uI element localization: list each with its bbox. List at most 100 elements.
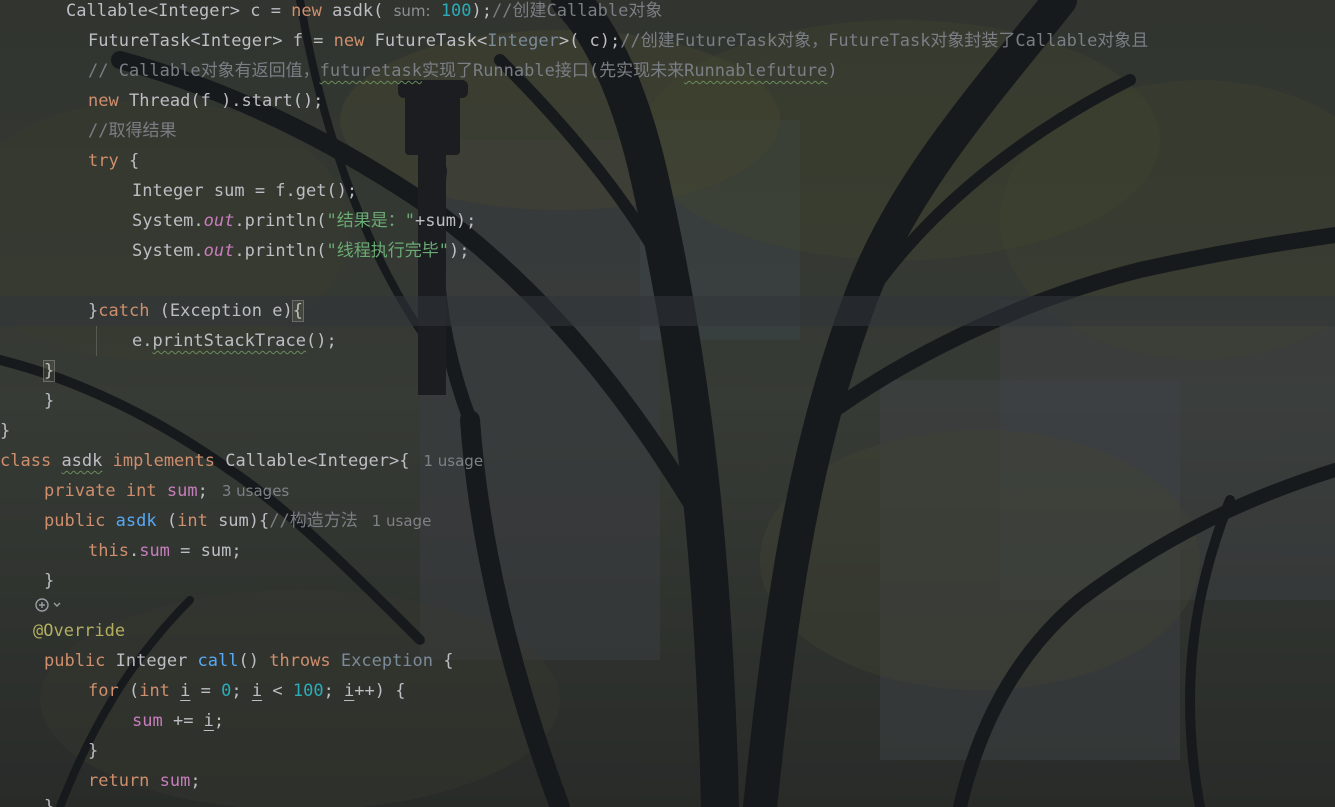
loop-variable: i [203, 711, 214, 731]
code-text: = [190, 681, 222, 701]
loop-variable: i [180, 681, 191, 701]
keyword-try: try [88, 151, 119, 171]
code-text: System. [132, 211, 204, 231]
code-text: = sum; [169, 541, 242, 561]
code-text: . [128, 541, 140, 561]
field-name: sum [132, 711, 163, 731]
code-line[interactable]: class asdk implements Callable<Integer>{… [0, 446, 483, 476]
code-text: Callable<Integer>{ [215, 451, 410, 471]
comment: // Callable对象有返回值， [88, 61, 320, 81]
loop-variable: i [251, 681, 263, 701]
implement-method-icon[interactable] [34, 596, 64, 616]
code-line[interactable]: } [44, 566, 54, 596]
usage-hint-link[interactable]: 1 usage [372, 512, 432, 530]
inferred-type: Integer [487, 31, 559, 51]
code-text: } [88, 741, 99, 761]
code-line[interactable]: try { [88, 146, 139, 176]
code-line[interactable]: System.out.println("线程执行完毕"); [132, 236, 469, 266]
code-text: += [162, 711, 204, 731]
code-line[interactable]: public asdk (int sum){//构造方法 1 usage [44, 506, 431, 536]
comment: 实现了Runnable接口(先实现未来 [421, 61, 685, 81]
code-text: .println( [234, 241, 327, 261]
current-code-line[interactable]: }catch (Exception e){ [0, 296, 1335, 326]
comment-typo: futuretask [319, 61, 422, 81]
code-line[interactable]: Callable<Integer> c = new asdk( sum: 100… [66, 0, 662, 26]
annotation: @Override [33, 621, 126, 641]
keyword-private: private [44, 481, 116, 501]
code-text: ; [213, 711, 225, 731]
static-field: out [203, 241, 235, 261]
usage-hint-link[interactable]: 1 usage [423, 452, 483, 470]
code-line[interactable]: this.sum = sum; [88, 536, 242, 566]
code-text: } [44, 797, 55, 807]
code-line[interactable]: } [44, 792, 54, 807]
parameter-hint: sum: [393, 2, 431, 20]
comment: ) [827, 61, 838, 81]
code-line[interactable]: new Thread(f ).start(); [88, 86, 323, 116]
code-text: ; [190, 771, 201, 791]
matched-brace: { [291, 300, 305, 322]
string-literal: "结果是：" [326, 211, 415, 231]
code-line[interactable]: return sum; [88, 766, 201, 796]
code-line[interactable]: private int sum; 3 usages [44, 476, 289, 506]
code-text: (); [306, 331, 337, 351]
code-text: ); [448, 241, 470, 261]
code-line[interactable]: @Override [33, 616, 125, 646]
keyword-int: int [177, 511, 208, 531]
static-field: out [203, 211, 235, 231]
indent-guide [96, 326, 97, 356]
code-text: >( c); [558, 31, 621, 51]
usage-hint-link[interactable]: 3 usages [222, 482, 289, 500]
code-line[interactable]: public Integer call() throws Exception { [44, 646, 454, 676]
code-line[interactable]: } [44, 386, 54, 416]
field-name: sum [166, 481, 198, 501]
code-text: +sum); [414, 211, 477, 231]
code-line[interactable]: } [42, 356, 56, 386]
code-text: ; [197, 481, 208, 501]
string-literal: "线程执行完毕" [326, 241, 449, 261]
code-line[interactable]: sum += i; [132, 706, 224, 736]
code-line[interactable]: FutureTask<Integer> f = new FutureTask<I… [88, 26, 1148, 56]
code-text: ); [471, 1, 493, 21]
code-text: FutureTask< [364, 31, 488, 51]
code-line[interactable]: System.out.println("结果是："+sum); [132, 206, 476, 236]
code-line[interactable]: // Callable对象有返回值，futuretask实现了Runnable接… [88, 56, 838, 86]
code-text: asdk( [321, 1, 384, 21]
code-text: ++) { [354, 681, 406, 701]
code-text: } [0, 421, 11, 441]
keyword-int: int [139, 681, 170, 701]
code-line[interactable]: for (int i = 0; i < 100; i++) { [88, 676, 405, 706]
method-call-warning: printStackTrace [152, 331, 307, 351]
keyword-throws: throws [269, 651, 331, 671]
comment: //创建Callable对象 [492, 1, 663, 21]
keyword-implements: implements [112, 451, 215, 471]
comment: //创建FutureTask对象，FutureTask对象封装了Callable… [620, 31, 1149, 51]
number-literal: 0 [221, 681, 232, 701]
keyword-new: new [88, 91, 119, 111]
keyword-new: new [333, 31, 365, 51]
code-text: ; [231, 681, 252, 701]
code-text: ( [156, 511, 178, 531]
keyword-class: class [0, 451, 52, 471]
code-line[interactable]: } [0, 416, 10, 446]
code-text: e. [132, 331, 153, 351]
loop-variable: i [344, 681, 355, 701]
code-text: { [433, 651, 454, 671]
code-text: System. [132, 241, 204, 261]
code-text: ; [323, 681, 345, 701]
code-line[interactable]: } [88, 736, 98, 766]
code-text: Thread(f ).start(); [118, 91, 324, 111]
keyword-for: for [88, 681, 119, 701]
code-text: () [238, 651, 270, 671]
code-line[interactable]: e.printStackTrace(); [132, 326, 337, 356]
code-line[interactable]: //取得结果 [88, 116, 176, 146]
code-text: } [44, 571, 55, 591]
class-name: asdk [61, 451, 103, 471]
constructor-name: asdk [115, 511, 157, 531]
field-name: sum [139, 541, 170, 561]
code-editor[interactable]: Callable<Integer> c = new asdk( sum: 100… [0, 0, 1335, 807]
number-literal: 100 [440, 1, 472, 21]
code-line[interactable]: Integer sum = f.get(); [132, 176, 357, 206]
code-text: Integer sum = f.get(); [132, 181, 358, 201]
field-name: sum [159, 771, 191, 791]
